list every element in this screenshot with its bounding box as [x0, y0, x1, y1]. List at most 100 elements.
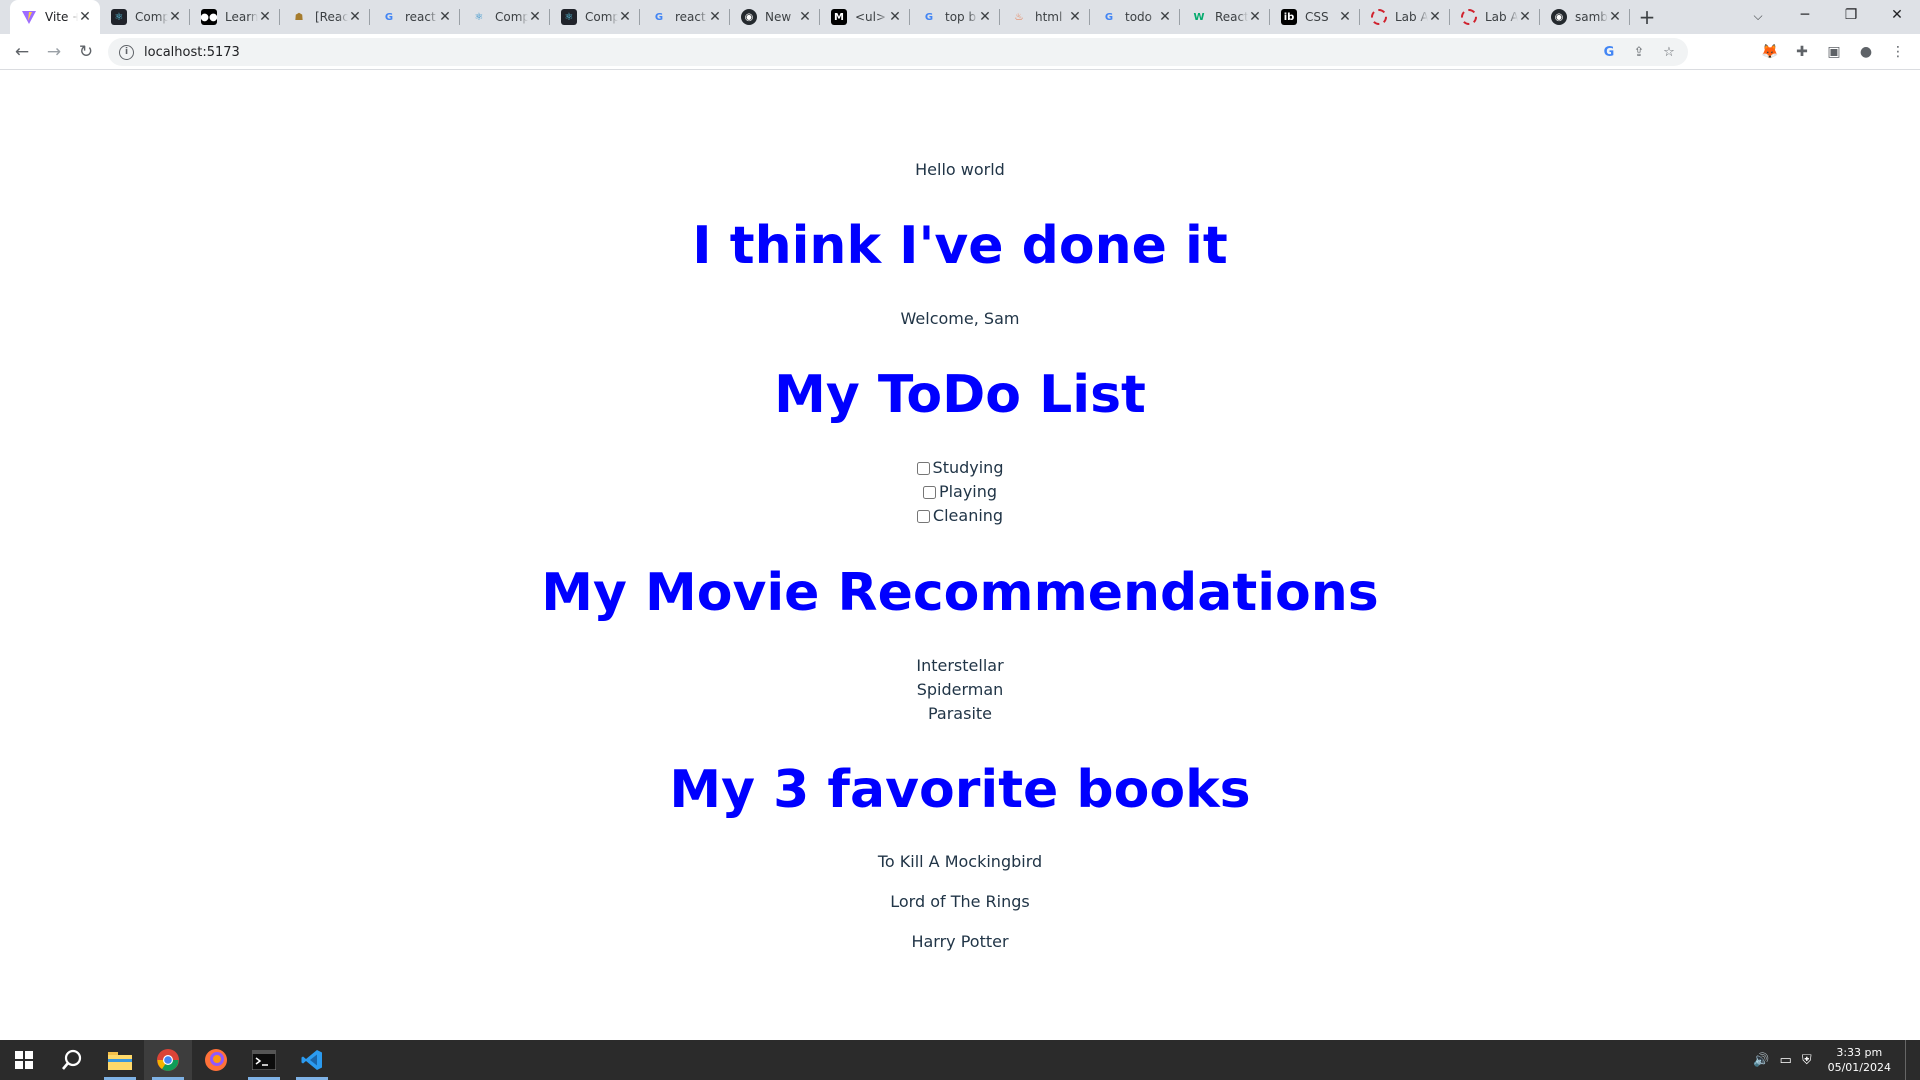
show-desktop-button[interactable] [1905, 1040, 1910, 1080]
new-tab-button[interactable]: + [1630, 0, 1664, 34]
vscode-icon[interactable] [288, 1040, 336, 1080]
system-tray: 🔊 ▭ ⛨ 3:33 pm 05/01/2024 [1753, 1040, 1910, 1080]
back-icon[interactable]: ← [8, 38, 36, 66]
tab-react[interactable]: ⚛ Components ✕ [100, 0, 190, 34]
tab-list: Vite + React ✕ ⚛ Components ✕ ●● Learn ✕… [0, 0, 1664, 34]
book-list: To Kill A Mockingbird Lord of The Rings … [0, 850, 1920, 970]
book-item: Lord of The Rings [890, 892, 1030, 911]
firefox-icon[interactable] [192, 1040, 240, 1080]
todo-checkbox[interactable] [922, 485, 936, 499]
close-icon[interactable]: ✕ [1338, 9, 1352, 25]
volume-icon[interactable]: 🔊 [1753, 1053, 1769, 1068]
close-icon[interactable]: ✕ [168, 9, 182, 25]
close-icon[interactable]: ✕ [1518, 9, 1532, 25]
google-icon: G [654, 11, 664, 23]
chrome-icon[interactable] [144, 1040, 192, 1080]
tab-css[interactable]: ib CSS ✕ [1270, 0, 1360, 34]
address-bar[interactable]: i localhost:5173 G ⇪ ☆ [108, 38, 1688, 66]
tab-w3schools[interactable]: W React ✕ [1180, 0, 1270, 34]
tab-github-2[interactable]: ◉ samb ✕ [1540, 0, 1630, 34]
clock-time: 3:33 pm [1836, 1046, 1883, 1059]
close-icon[interactable]: ✕ [1608, 9, 1622, 25]
search-icon[interactable] [48, 1040, 96, 1080]
tab-title: Learn [225, 10, 258, 24]
tab-strip: Vite + React ✕ ⚛ Components ✕ ●● Learn ✕… [0, 0, 1920, 34]
tab-search-icon[interactable]: ⌵ [1744, 4, 1772, 28]
windows-start-icon[interactable] [0, 1040, 48, 1080]
profile-icon[interactable]: ● [1852, 38, 1880, 66]
tab-github[interactable]: ◉ New ✕ [730, 0, 820, 34]
tab-vite[interactable]: Vite + React ✕ [10, 0, 100, 34]
stack-icon: ☗ [294, 11, 304, 23]
tab-react-3[interactable]: ⚛ Components ✕ [550, 0, 640, 34]
close-icon[interactable]: ✕ [618, 9, 632, 25]
url-text[interactable]: localhost:5173 [144, 45, 240, 60]
tab-google[interactable]: G react ✕ [370, 0, 460, 34]
network-icon[interactable]: ▭ [1780, 1053, 1792, 1068]
close-window-icon[interactable]: ✕ [1874, 0, 1920, 30]
tab-google-3[interactable]: G top b ✕ [910, 0, 1000, 34]
security-icon[interactable]: ⛨ [1802, 1053, 1812, 1068]
heading-todo: My ToDo List [774, 365, 1146, 425]
todo-checkbox[interactable] [916, 509, 930, 523]
close-icon[interactable]: ✕ [1428, 9, 1442, 25]
heading-done: I think I've done it [692, 216, 1228, 276]
tab-stack[interactable]: ☗ [React] ✕ [280, 0, 370, 34]
close-icon[interactable]: ✕ [1248, 9, 1262, 25]
terminal-icon[interactable] [240, 1040, 288, 1080]
ib-icon: ib [1281, 9, 1297, 25]
clock-date: 05/01/2024 [1827, 1061, 1891, 1074]
close-icon[interactable]: ✕ [1068, 9, 1082, 25]
google-icon: G [384, 11, 394, 23]
puzzle-icon[interactable]: ✚ [1788, 38, 1816, 66]
file-explorer-icon[interactable] [96, 1040, 144, 1080]
close-icon[interactable]: ✕ [258, 9, 272, 25]
w3schools-icon: W [1193, 11, 1205, 23]
tab-medium[interactable]: ●● Learn ✕ [190, 0, 280, 34]
close-icon[interactable]: ✕ [528, 9, 542, 25]
close-icon[interactable]: ✕ [888, 9, 902, 25]
tab-title: Vite + React [45, 10, 78, 24]
browser-toolbar: ← → ↻ i localhost:5173 G ⇪ ☆ 🦊 ✚ ▣ ● ⋮ [0, 34, 1920, 70]
side-panel-icon[interactable]: ▣ [1820, 38, 1848, 66]
tab-google-2[interactable]: G react ✕ [640, 0, 730, 34]
heading-books: My 3 favorite books [669, 760, 1251, 820]
todo-checkbox[interactable] [916, 461, 930, 475]
mdn-icon: M [831, 9, 847, 25]
reload-icon[interactable]: ↻ [72, 38, 100, 66]
minimize-icon[interactable]: ─ [1782, 0, 1828, 30]
close-icon[interactable]: ✕ [708, 9, 722, 25]
clock[interactable]: 3:33 pm 05/01/2024 [1828, 1045, 1891, 1075]
menu-kebab-icon[interactable]: ⋮ [1884, 38, 1912, 66]
tab-html[interactable]: ♨ html ✕ [1000, 0, 1090, 34]
todo-label: Studying [932, 458, 1004, 477]
bookmark-star-icon[interactable]: ☆ [1658, 42, 1680, 62]
react-icon: ⚛ [474, 11, 484, 23]
tab-react-2[interactable]: ⚛ Components ✕ [460, 0, 550, 34]
tab-title: html [1035, 10, 1063, 24]
close-icon[interactable]: ✕ [1158, 9, 1172, 25]
todo-item: Studying [0, 456, 1920, 480]
share-icon[interactable]: ⇪ [1628, 42, 1650, 62]
tab-google-4[interactable]: G todo ✕ [1090, 0, 1180, 34]
close-icon[interactable]: ✕ [798, 9, 812, 25]
tab-lab-1[interactable]: Lab A ✕ [1360, 0, 1450, 34]
google-icon: G [924, 11, 934, 23]
info-icon[interactable]: i [119, 44, 134, 60]
tab-mdn[interactable]: M <ul> ✕ [820, 0, 910, 34]
hello-text: Hello world [915, 160, 1005, 179]
close-icon[interactable]: ✕ [438, 9, 452, 25]
close-icon[interactable]: ✕ [978, 9, 992, 25]
restore-icon[interactable]: ❐ [1828, 0, 1874, 30]
forward-icon[interactable]: → [40, 38, 68, 66]
page-content: Hello world I think I've done it Welcome… [0, 70, 1920, 1040]
book-item: To Kill A Mockingbird [877, 852, 1043, 871]
tab-title: react [405, 10, 436, 24]
close-icon[interactable]: ✕ [348, 9, 362, 25]
metamask-icon[interactable]: 🦊 [1756, 38, 1784, 66]
w3-icon: ♨ [1014, 11, 1024, 23]
book-item: Harry Potter [911, 932, 1009, 951]
tab-lab-2[interactable]: Lab A ✕ [1450, 0, 1540, 34]
google-lens-icon[interactable]: G [1598, 42, 1620, 62]
close-icon[interactable]: ✕ [78, 9, 92, 25]
